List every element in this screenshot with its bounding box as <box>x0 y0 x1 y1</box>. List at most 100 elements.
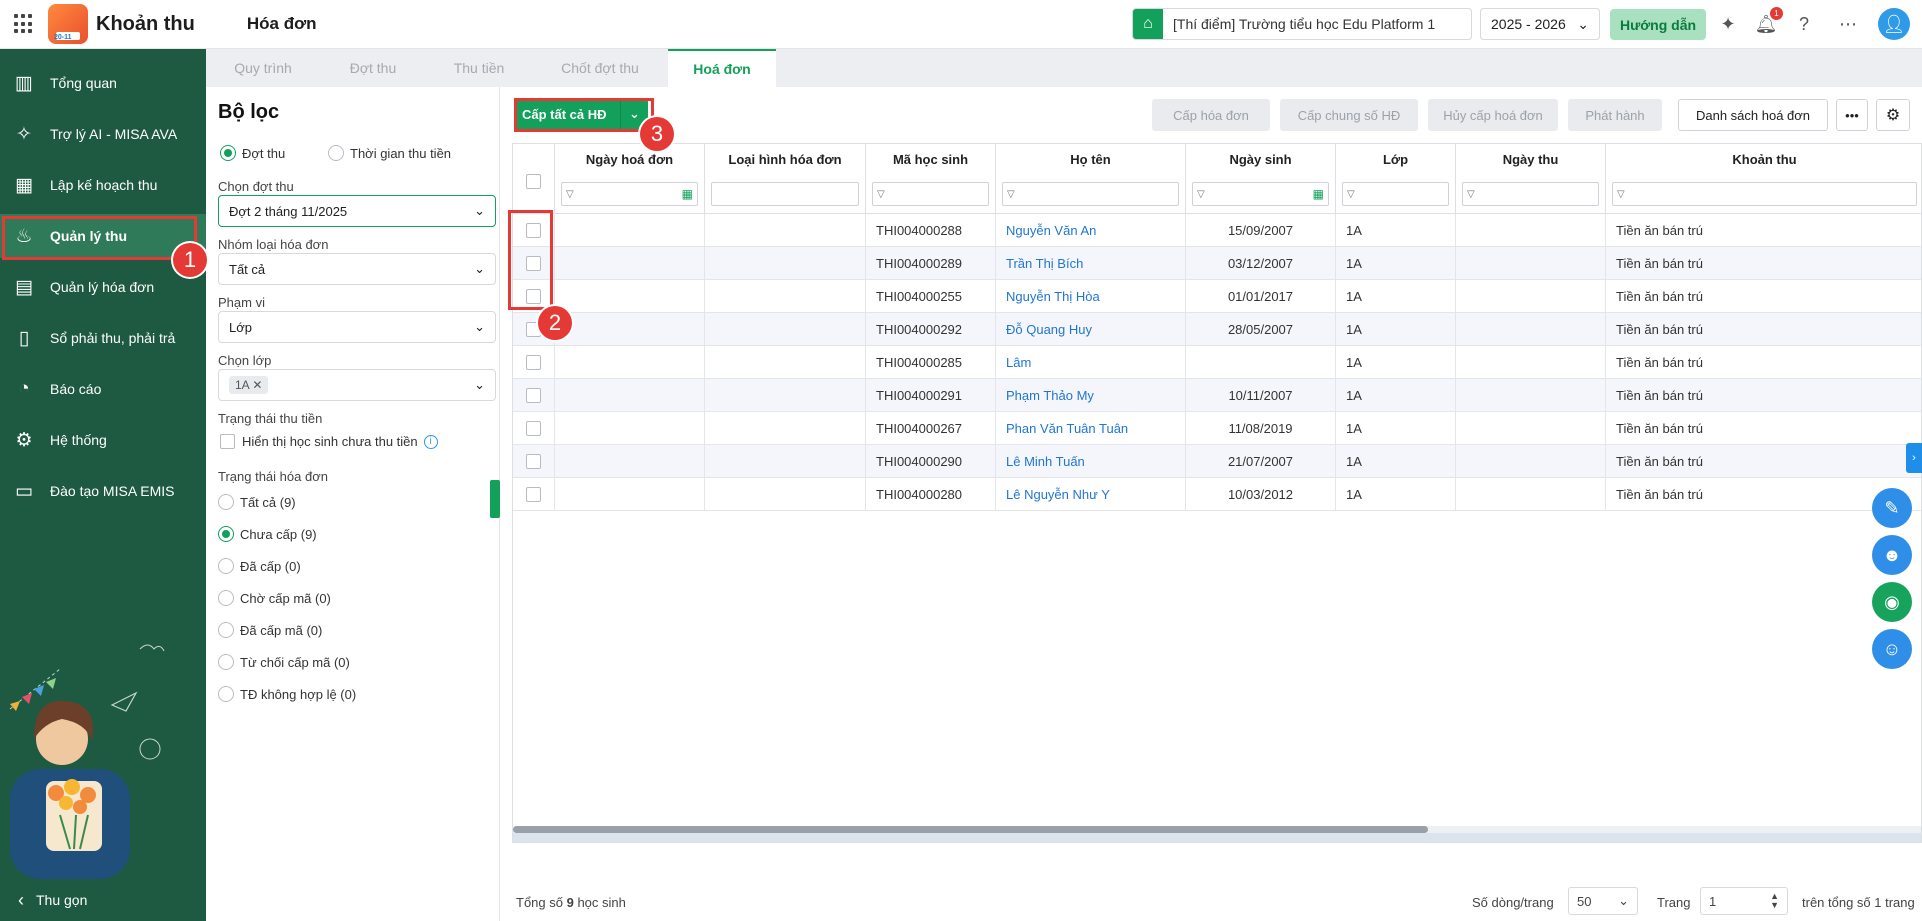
help-icon[interactable]: ? <box>1792 12 1816 36</box>
publish-button[interactable]: Phát hành <box>1568 99 1662 131</box>
more-actions-button[interactable]: ••• <box>1836 99 1868 131</box>
collapse-sidebar-button[interactable]: ‹ Thu gọn <box>0 879 206 921</box>
feedback-icon[interactable]: ✎ <box>1872 488 1912 528</box>
table-row[interactable]: THI004000290 Lê Minh Tuấn 21/07/2007 1A Tiền… <box>513 445 1921 478</box>
calendar-icon[interactable]: ▦ <box>1313 187 1324 201</box>
table-row[interactable]: THI004000280 Lê Nguyễn Như Y 10/03/2012 1A T… <box>513 478 1921 511</box>
chevron-right-icon[interactable]: › <box>1906 443 1922 473</box>
filter-fee[interactable]: ▽ <box>1612 182 1917 206</box>
cell-full-name[interactable]: Lâm <box>996 346 1186 379</box>
guide-button[interactable]: Hướng dẫn <box>1610 9 1706 40</box>
scope-select[interactable]: Lớp ⌄ <box>218 311 496 343</box>
col-header: Ngày sinh <box>1229 152 1292 167</box>
class-chip[interactable]: 1A ✕ <box>229 376 269 394</box>
row-checkbox[interactable] <box>526 388 541 403</box>
filter-student-code[interactable]: ▽ <box>872 182 989 206</box>
checkbox[interactable] <box>220 434 235 449</box>
tab-close-period[interactable]: Chốt đợt thu <box>532 49 668 87</box>
school-select[interactable]: ⌂ [Thí điểm] Trường tiểu học Edu Platfor… <box>1132 8 1472 40</box>
table-row[interactable]: THI004000289 Trần Thị Bích 03/12/2007 1A Tiề… <box>513 247 1921 280</box>
table-row[interactable]: THI004000292 Đỗ Quang Huy 28/05/2007 1A Tiền… <box>513 313 1921 346</box>
filter-panel-toggle[interactable] <box>490 480 500 518</box>
more-icon[interactable]: ⋯ <box>1836 12 1860 36</box>
rows-per-page-select[interactable]: 50 ⌄ <box>1568 887 1638 915</box>
filter-payment-date[interactable]: ▽ <box>1462 182 1599 206</box>
chat-icon[interactable]: ◉ <box>1872 582 1912 622</box>
filter-invoice-date[interactable]: ▽ ▦ <box>561 182 698 206</box>
bell-icon[interactable]: 🔔︎ 1 <box>1754 7 1783 36</box>
issue-invoice-button[interactable]: Cấp hóa đơn <box>1152 99 1270 131</box>
row-checkbox[interactable] <box>526 421 541 436</box>
tab-receive-money[interactable]: Thu tiền <box>426 49 532 87</box>
status-not-issued[interactable]: Chưa cấp (9) <box>218 526 317 542</box>
status-invalid[interactable]: TĐ không hợp lệ (0) <box>218 686 356 702</box>
status-code-issued[interactable]: Đã cấp mã (0) <box>218 622 322 638</box>
stepper-icon[interactable]: ▲ ▼ <box>1770 892 1779 910</box>
issue-shared-number-button[interactable]: Cấp chung số HĐ <box>1280 99 1418 131</box>
sidebar-item-invoices[interactable]: ▤ Quản lý hóa đơn <box>0 265 206 309</box>
cell-full-name[interactable]: Phạm Thảo My <box>996 379 1186 412</box>
ai-sparkle-icon[interactable]: ✦ <box>1716 12 1740 36</box>
table-row[interactable]: THI004000291 Phạm Thảo My 10/11/2007 1A Tiền… <box>513 379 1921 412</box>
filter-invoice-type[interactable] <box>711 182 859 206</box>
cell-full-name[interactable]: Phan Văn Tuân Tuân <box>996 412 1186 445</box>
period-select[interactable]: Đợt 2 tháng 11/2025 ⌄ <box>218 195 496 227</box>
table-row[interactable]: THI004000255 Nguyễn Thị Hòa 01/01/2017 1A Ti… <box>513 280 1921 313</box>
sidebar-item-training[interactable]: ▭ Đào tạo MISA EMIS <box>0 469 206 513</box>
filter-dob[interactable]: ▽ ▦ <box>1192 182 1329 206</box>
invoice-list-button[interactable]: Danh sách hoá đơn <box>1678 99 1828 131</box>
radio-by-period[interactable]: Đợt thu <box>220 145 285 161</box>
radio-by-payment-time[interactable]: Thời gian thu tiền <box>328 145 451 161</box>
user-avatar-icon[interactable]: 👤︎ <box>1878 8 1910 40</box>
app-logo[interactable]: 20-11 <box>48 4 88 44</box>
status-issued[interactable]: Đã cấp (0) <box>218 558 301 574</box>
cell-full-name[interactable]: Nguyễn Thị Hòa <box>996 280 1186 313</box>
row-checkbox[interactable] <box>526 454 541 469</box>
col-header: Lớp <box>1382 152 1409 167</box>
robot-assistant-icon[interactable]: ☺ <box>1872 629 1912 669</box>
scrollbar-thumb[interactable] <box>513 826 1428 833</box>
page-input[interactable]: 1 ▲ ▼ <box>1700 887 1788 915</box>
row-checkbox[interactable] <box>526 487 541 502</box>
cell-full-name[interactable]: Nguyễn Văn An <box>996 214 1186 247</box>
remove-chip-icon[interactable]: ✕ <box>252 378 262 392</box>
invoice-group-select[interactable]: Tất cả ⌄ <box>218 253 496 285</box>
chart-bars-icon: ▥ <box>15 72 33 94</box>
year-select[interactable]: 2025 - 2026 ⌄ <box>1480 8 1600 40</box>
row-checkbox[interactable] <box>526 355 541 370</box>
select-all-checkbox[interactable] <box>526 174 541 189</box>
cancel-issue-button[interactable]: Hủy cấp hoá đơn <box>1428 99 1558 131</box>
radio-indicator <box>218 622 234 638</box>
status-waiting-code[interactable]: Chờ cấp mã (0) <box>218 590 331 606</box>
cell-fee: Tiền ăn bán trú <box>1606 445 1921 478</box>
sidebar-item-system[interactable]: ⚙ Hệ thống <box>0 418 206 462</box>
info-icon[interactable]: i <box>423 434 438 449</box>
cell-full-name[interactable]: Lê Minh Tuấn <box>996 445 1186 478</box>
status-all[interactable]: Tất cả (9) <box>218 494 296 510</box>
show-unpaid-checkbox[interactable]: Hiển thị học sinh chưa thu tiền i <box>220 434 438 449</box>
horizontal-scrollbar[interactable] <box>513 826 1921 833</box>
sidebar-item-overview[interactable]: ▥ Tổng quan <box>0 61 206 105</box>
calendar-icon[interactable]: ▦ <box>682 187 693 201</box>
table-row[interactable]: THI004000267 Phan Văn Tuân Tuân 11/08/2019… <box>513 412 1921 445</box>
table-row[interactable]: THI004000285 Lâm 1A Tiền ăn bán trú <box>513 346 1921 379</box>
col-header: Ngày thu <box>1502 152 1559 167</box>
sidebar-item-ledger[interactable]: ▯ Sổ phải thu, phải trả <box>0 316 206 360</box>
settings-gear-icon[interactable]: ⚙ <box>1876 99 1910 131</box>
sidebar-item-plan[interactable]: ▦ Lập kế hoạch thu <box>0 163 206 207</box>
filter-full-name[interactable]: ▽ <box>1002 182 1179 206</box>
filter-class[interactable]: ▽ <box>1342 182 1449 206</box>
apps-icon[interactable] <box>14 14 34 34</box>
tab-process[interactable]: Quy trình <box>206 49 320 87</box>
status-code-rejected[interactable]: Từ chối cấp mã (0) <box>218 654 350 670</box>
class-select[interactable]: 1A ✕ ⌄ <box>218 369 496 401</box>
tab-collection-period[interactable]: Đợt thu <box>320 49 426 87</box>
cell-full-name[interactable]: Trần Thị Bích <box>996 247 1186 280</box>
sidebar-item-reports[interactable]: ◔ Báo cáo <box>0 367 206 411</box>
cell-full-name[interactable]: Lê Nguyễn Như Y <box>996 478 1186 511</box>
community-icon[interactable]: ☻ <box>1872 535 1912 575</box>
cell-full-name[interactable]: Đỗ Quang Huy <box>996 313 1186 346</box>
sidebar-item-ai-assistant[interactable]: ✧ Trợ lý AI - MISA AVA <box>0 112 206 156</box>
tab-invoices[interactable]: Hoá đơn <box>668 49 776 87</box>
table-row[interactable]: THI004000288 Nguyễn Văn An 15/09/2007 1A Tiề… <box>513 214 1921 247</box>
